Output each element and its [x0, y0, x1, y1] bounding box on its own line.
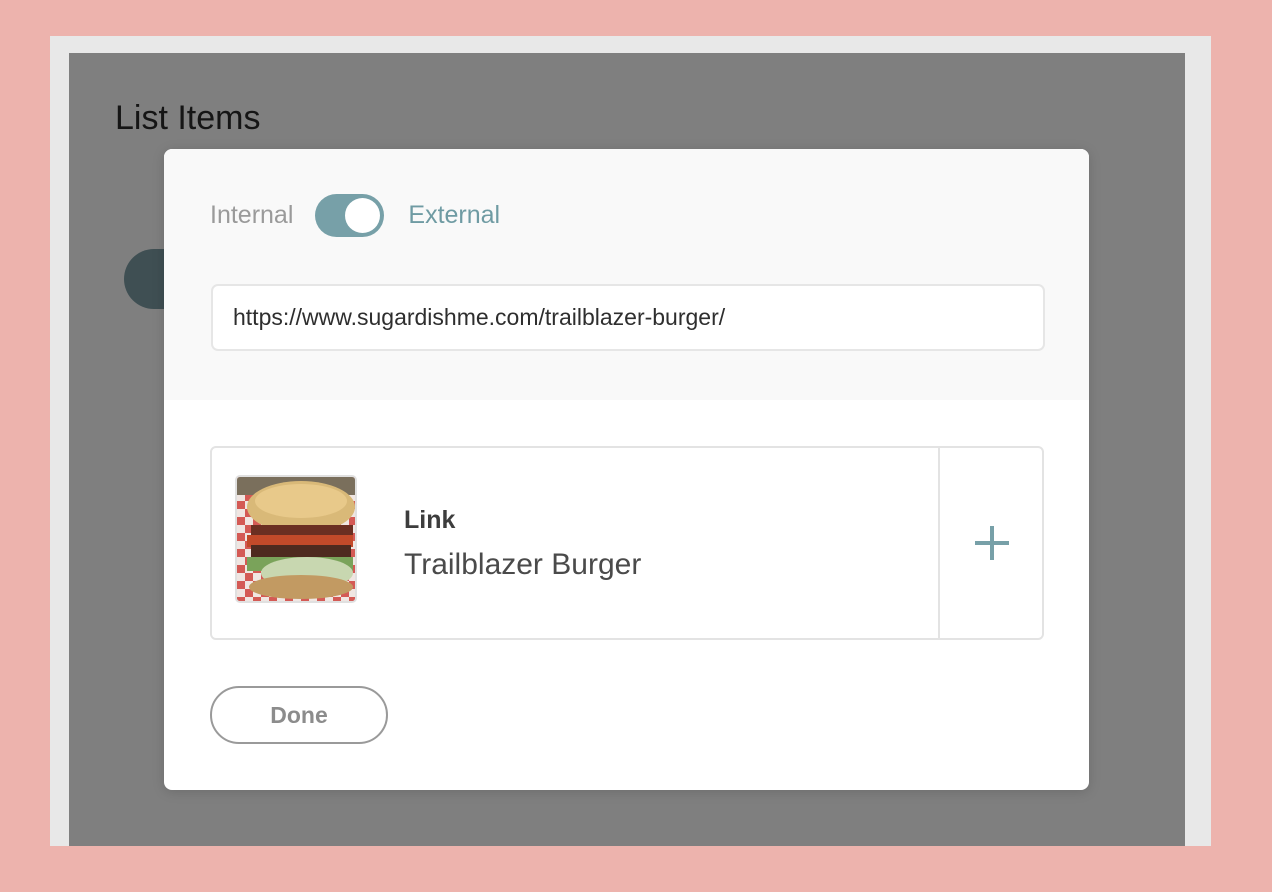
- add-link-button[interactable]: [940, 448, 1044, 638]
- plus-icon: [975, 526, 1009, 560]
- link-result-card: Link Trailblazer Burger: [210, 446, 1044, 640]
- result-type-label: Link: [404, 506, 456, 534]
- link-modal: Internal External https://www.sugardishm…: [164, 149, 1089, 790]
- result-title: Trailblazer Burger: [404, 548, 642, 581]
- link-source-panel: Internal External: [164, 149, 1089, 400]
- toggle-knob: [345, 197, 381, 233]
- link-type-toggle-row: Internal External: [210, 193, 500, 237]
- url-input[interactable]: [211, 284, 1045, 351]
- toggle-label-external[interactable]: External: [408, 201, 500, 230]
- toggle-label-internal[interactable]: Internal: [210, 201, 293, 230]
- link-type-toggle[interactable]: [315, 193, 385, 237]
- done-button[interactable]: Done: [210, 686, 388, 744]
- burger-thumbnail: [235, 475, 357, 603]
- burger-photo-icon: [237, 477, 355, 601]
